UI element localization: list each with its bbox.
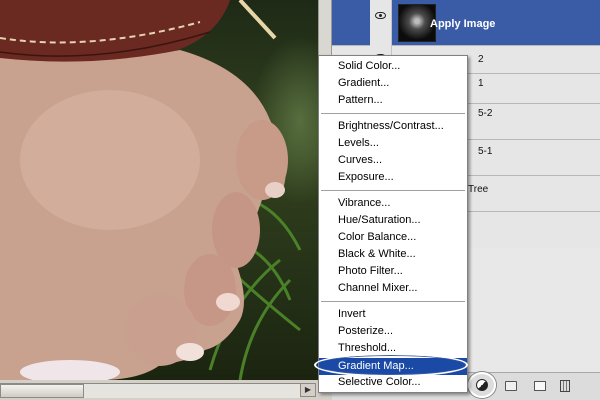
scrollbar-thumb[interactable] — [0, 384, 84, 398]
document-canvas[interactable] — [0, 0, 318, 380]
layer-name: 5-1 — [478, 146, 493, 157]
menu-item-curves[interactable]: Curves... — [319, 152, 467, 169]
visibility-toggle[interactable] — [370, 0, 392, 46]
menu-separator — [321, 113, 465, 114]
eye-icon[interactable] — [375, 12, 386, 19]
layer-name: 1 — [478, 78, 484, 89]
adjustment-layer-menu: Solid Color... Gradient... Pattern... Br… — [318, 55, 468, 393]
menu-item-posterize[interactable]: Posterize... — [319, 323, 467, 340]
menu-item-color-balance[interactable]: Color Balance... — [319, 229, 467, 246]
menu-item-channel-mixer[interactable]: Channel Mixer... — [319, 280, 467, 297]
horizontal-scrollbar[interactable]: ▶ — [0, 380, 318, 400]
photo-foot-illustration — [0, 0, 302, 380]
menu-item-threshold[interactable]: Threshold... — [319, 340, 467, 357]
menu-item-black-white[interactable]: Black & White... — [319, 246, 467, 263]
layer-name: 2 — [478, 54, 484, 65]
layer-row-apply-image[interactable]: Apply Image — [332, 0, 600, 46]
menu-separator — [321, 190, 465, 191]
adjustment-layer-icon[interactable] — [476, 379, 488, 391]
layer-name: 5-2 — [478, 108, 493, 119]
menu-item-exposure[interactable]: Exposure... — [319, 169, 467, 186]
menu-item-pattern[interactable]: Pattern... — [319, 92, 467, 109]
menu-item-photo-filter[interactable]: Photo Filter... — [319, 263, 467, 280]
menu-item-selective-color[interactable]: Selective Color... — [319, 374, 467, 391]
menu-separator — [321, 301, 465, 302]
menu-item-solid-color[interactable]: Solid Color... — [319, 58, 467, 75]
menu-item-brightness-contrast[interactable]: Brightness/Contrast... — [319, 118, 467, 135]
folder-icon[interactable] — [505, 381, 517, 391]
layer-name: Apply Image — [430, 18, 496, 30]
menu-item-levels[interactable]: Levels... — [319, 135, 467, 152]
menu-item-invert[interactable]: Invert — [319, 306, 467, 323]
menu-item-gradient-map[interactable]: Gradient Map... — [319, 358, 467, 375]
menu-item-hue-saturation[interactable]: Hue/Saturation... — [319, 212, 467, 229]
menu-item-vibrance[interactable]: Vibrance... — [319, 195, 467, 212]
mask-icon[interactable] — [534, 381, 546, 391]
layer-name: Tree — [468, 184, 489, 195]
trash-icon[interactable] — [560, 380, 570, 392]
menu-item-gradient[interactable]: Gradient... — [319, 75, 467, 92]
scroll-right-arrow-icon[interactable]: ▶ — [300, 383, 316, 397]
